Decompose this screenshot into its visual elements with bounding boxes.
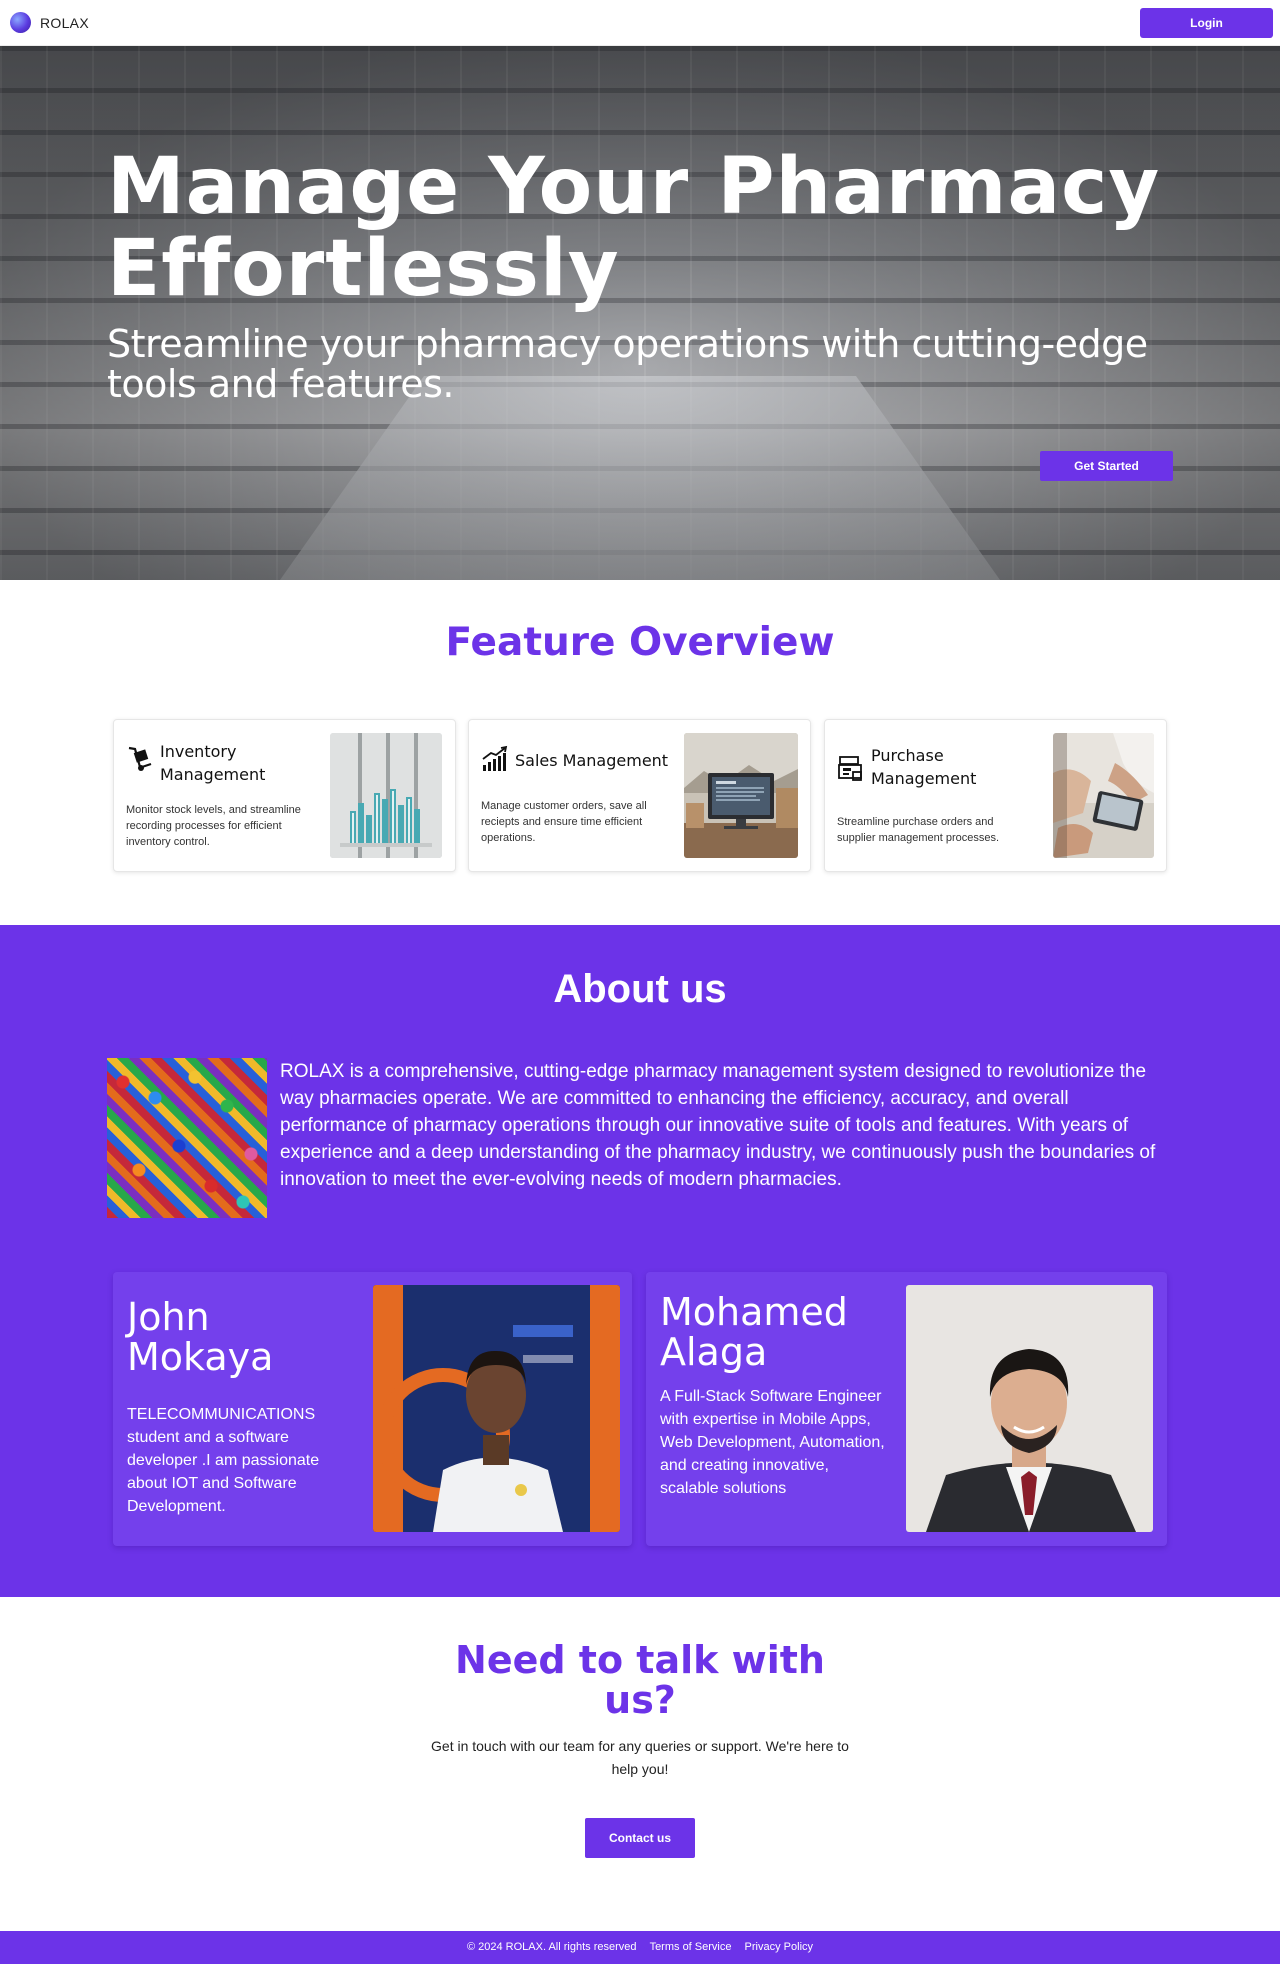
hand-truck-icon [126,745,154,773]
team-member-name: John Mokaya [127,1295,274,1379]
purchase-tablet-image [1053,733,1154,858]
contact-title-line2: us? [604,1678,676,1722]
hero-title: Manage Your Pharmacy Effortlessly [107,142,1161,314]
brand-name: ROLAX [40,14,89,31]
sales-computer-image [684,733,798,858]
colorful-pills-image [107,1058,267,1218]
contact-description: Get in touch with our team for any queri… [431,1738,849,1777]
team-member-bio: TELECOMMUNICATIONS student and a softwar… [127,1406,320,1515]
feature-title: Sales Management [515,751,669,770]
about-title: About us [553,967,727,1011]
feature-card-inventory: Inventory Management Monitor stock level… [113,719,456,872]
feature-card-purchase: Purchase Management Streamline purchase … [824,719,1167,872]
feature-description: Streamline purchase orders and supplier … [837,816,1000,844]
inventory-chart-image [330,733,442,858]
cash-register-icon [837,754,865,782]
terms-of-service-link[interactable]: Terms of Service [650,1941,732,1953]
feature-card-sales: Sales Management Manage customer orders,… [468,719,811,872]
contact-title: Need to talk with us? [0,1640,1280,1720]
brand[interactable]: ROLAX [10,12,89,33]
get-started-button[interactable]: Get Started [1040,451,1173,481]
contact-title-line1: Need to talk with [455,1638,825,1682]
contact-us-button[interactable]: Contact us [585,1818,695,1858]
team-card-john: John Mokaya TELECOMMUNICATIONS student a… [113,1272,632,1546]
feature-title: Inventory Management [160,742,266,784]
feature-description: Monitor stock levels, and streamline rec… [126,804,301,848]
feature-description: Manage customer orders, save all reciept… [481,800,647,844]
feature-title: Purchase Management [871,746,977,788]
hero-section: Manage Your Pharmacy Effortlessly Stream… [0,46,1280,580]
team-card-mohamed: Mohamed Alaga A Full-Stack Software Engi… [646,1272,1167,1546]
about-description: ROLAX is a comprehensive, cutting-edge p… [280,1061,1156,1190]
team-member-name: Mohamed Alaga [660,1290,848,1374]
privacy-policy-link[interactable]: Privacy Policy [745,1941,813,1953]
footer-copyright: © 2024 ROLAX. All rights reserved [466,1941,637,1953]
login-button[interactable]: Login [1140,8,1273,38]
navbar: ROLAX Login [0,0,1280,46]
mohamed-photo [906,1285,1153,1532]
hero-subtitle: Streamline your pharmacy operations with… [107,322,1148,406]
footer: © 2024 ROLAX. All rights reserved Terms … [0,1931,1280,1964]
about-section: About us ROLAX is a comprehensive, cutti… [0,925,1280,1597]
features-title: Feature Overview [445,620,835,665]
team-member-bio: A Full-Stack Software Engineer with expe… [660,1388,885,1497]
john-photo [373,1285,620,1532]
rolax-logo-icon [10,12,31,33]
sales-chart-icon [481,745,509,773]
